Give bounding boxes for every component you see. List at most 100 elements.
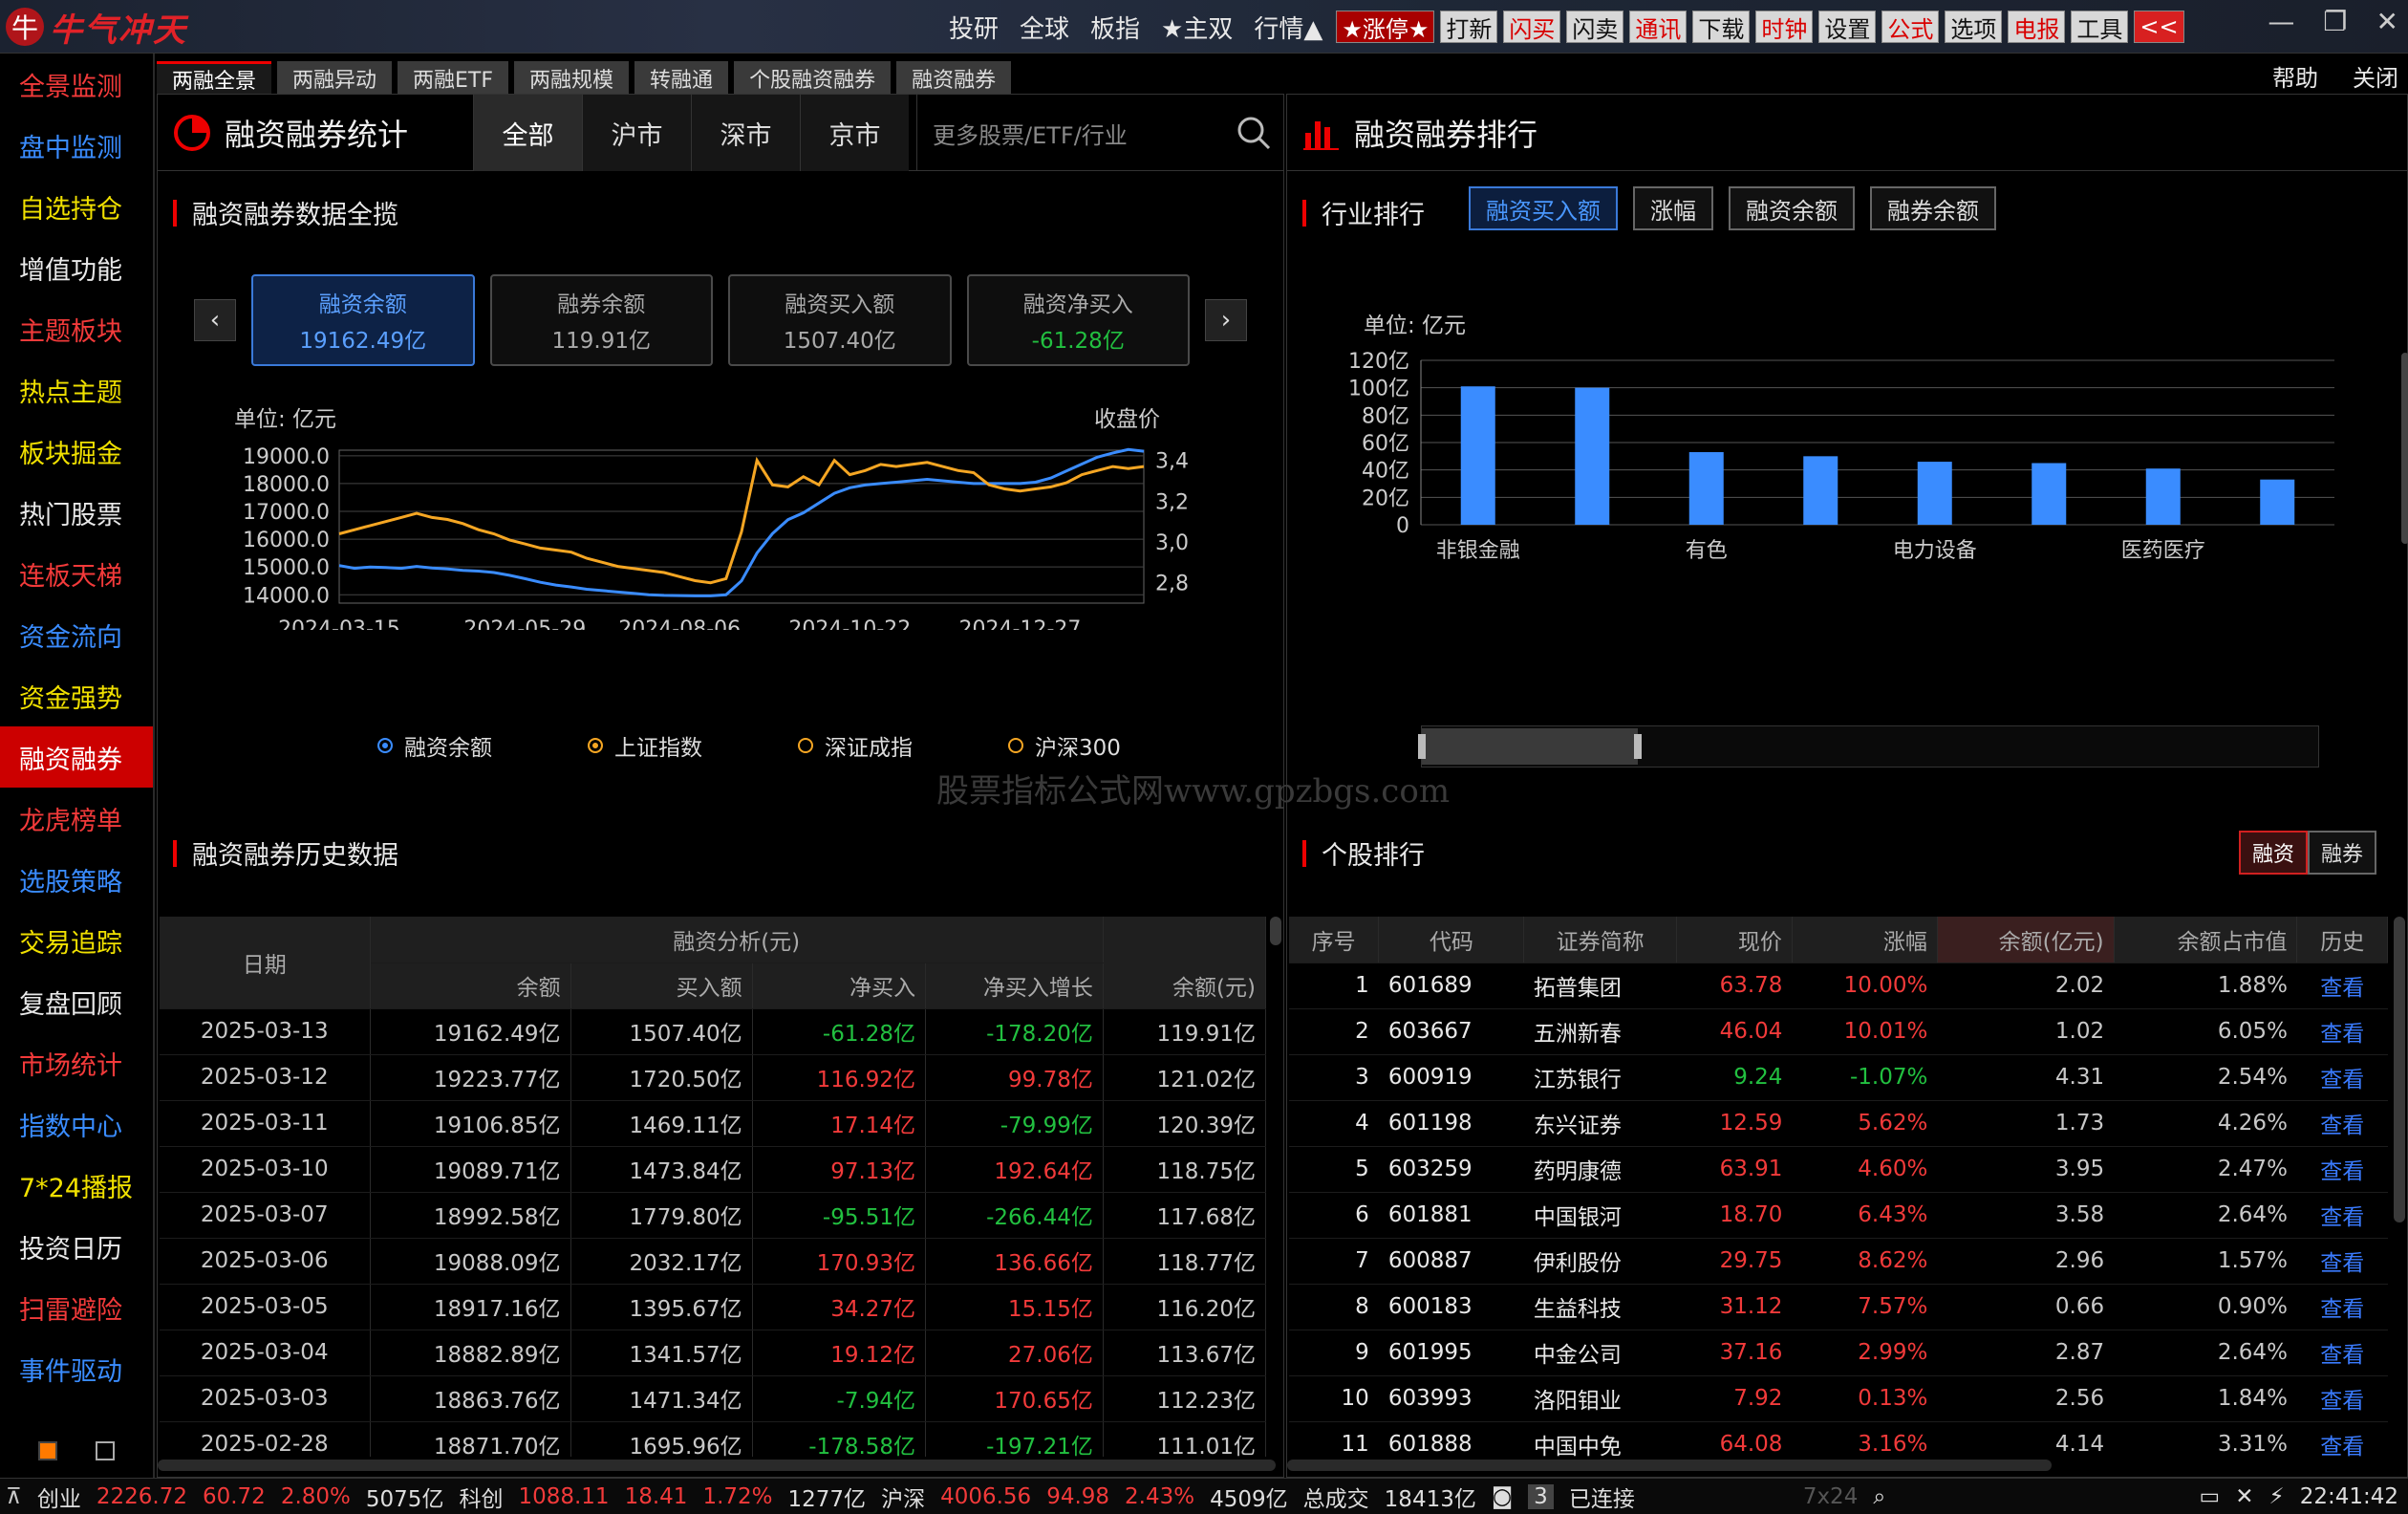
- stock-col-5[interactable]: 余额(亿元): [1937, 917, 2115, 963]
- summary-card-3[interactable]: 融资净买入 -61.28亿: [966, 274, 1190, 366]
- sidebar-item-3[interactable]: 增值功能: [0, 237, 153, 298]
- sidebar-item-14[interactable]: 交易追踪: [0, 910, 153, 971]
- range-handle-right[interactable]: [1634, 734, 1642, 759]
- tool-button-2[interactable]: 闪买: [1503, 11, 1561, 43]
- topnav-4[interactable]: 行情▲: [1246, 10, 1330, 45]
- chat-icon[interactable]: ▭: [2200, 1484, 2221, 1509]
- stock-row[interactable]: 4 601198 东兴证券 12.59 5.62% 1.73 4.26% 查看: [1289, 1100, 2388, 1147]
- stock-row[interactable]: 9 601995 中金公司 37.16 2.99% 2.87 2.64% 查看: [1289, 1330, 2388, 1376]
- history-scrollbar[interactable]: [1270, 917, 1281, 945]
- sidebar-item-19[interactable]: 投资日历: [0, 1216, 153, 1277]
- summary-card-2[interactable]: 融资买入额 1507.40亿: [728, 274, 952, 366]
- next-arrow-icon[interactable]: ›: [1205, 299, 1247, 341]
- topnav-2[interactable]: 板指: [1083, 10, 1148, 45]
- sidebar-item-4[interactable]: 主题板块: [0, 298, 153, 359]
- tool-button-4[interactable]: 通讯: [1629, 11, 1688, 43]
- search-icon[interactable]: ⌕: [1873, 1484, 1885, 1509]
- stock-row[interactable]: 3 600919 江苏银行 9.24 -1.07% 4.31 2.54% 查看: [1289, 1054, 2388, 1101]
- tab-3[interactable]: 两融规模: [514, 61, 630, 94]
- tool-button-0[interactable]: ★涨停★: [1336, 11, 1435, 43]
- search-icon[interactable]: [1236, 115, 1272, 151]
- toggle-financing[interactable]: 融资: [2238, 831, 2308, 875]
- col-sec-balance[interactable]: 余额(元): [1103, 962, 1267, 1009]
- stock-col-7[interactable]: 历史: [2296, 917, 2388, 963]
- toggle-securities[interactable]: 融券: [2307, 831, 2376, 875]
- tab-1[interactable]: 两融异动: [277, 61, 393, 94]
- sidebar-item-18[interactable]: 7*24播报: [0, 1155, 153, 1216]
- tab-6[interactable]: 融资融券: [896, 61, 1012, 94]
- stock-row[interactable]: 6 601881 中国银河 18.70 6.43% 3.58 2.64% 查看: [1289, 1192, 2388, 1239]
- stock-col-1[interactable]: 代码: [1378, 917, 1525, 963]
- sidebar-item-2[interactable]: 自选持仓: [0, 176, 153, 237]
- prev-arrow-icon[interactable]: ‹: [194, 299, 236, 341]
- stock-row[interactable]: 8 600183 生益科技 31.12 7.57% 0.66 0.90% 查看: [1289, 1284, 2388, 1330]
- tool-button-10[interactable]: 电报: [2008, 11, 2066, 43]
- market-up-icon[interactable]: ⊼: [6, 1484, 22, 1509]
- sidebar-item-11[interactable]: 融资融券: [0, 726, 153, 788]
- col-net-growth[interactable]: 净买入增长: [925, 962, 1104, 1009]
- segment-tab-3[interactable]: 京市: [800, 95, 909, 171]
- sidebar-item-21[interactable]: 事件驱动: [0, 1338, 153, 1399]
- summary-card-0[interactable]: 融资余额 19162.49亿: [251, 274, 475, 366]
- sidebar-item-5[interactable]: 热点主题: [0, 359, 153, 421]
- range-handle-left[interactable]: [1418, 734, 1426, 759]
- sidebar-item-0[interactable]: 全景监测: [0, 54, 153, 115]
- sidebar-item-16[interactable]: 市场统计: [0, 1032, 153, 1093]
- tool-button-12[interactable]: <<: [2134, 11, 2184, 43]
- history-row[interactable]: 2025-03-04 18882.89亿 1341.57亿 19.12亿 27.06亿 1…: [160, 1330, 1267, 1376]
- search-box[interactable]: 更多股票/ETF/行业: [916, 95, 1285, 171]
- close-icon[interactable]: ✕: [2376, 6, 2398, 37]
- col-buy[interactable]: 买入额: [570, 962, 753, 1009]
- stock-scrollbar[interactable]: [2394, 917, 2405, 1222]
- view-history-link[interactable]: 查看: [2296, 1100, 2388, 1147]
- topnav-1[interactable]: 全球: [1012, 10, 1077, 45]
- tool-button-6[interactable]: 时钟: [1755, 11, 1814, 43]
- industry-filter-0[interactable]: 融资买入额: [1469, 186, 1618, 230]
- legend-item-1[interactable]: 上证指数: [588, 729, 702, 762]
- stock-col-4[interactable]: 涨幅: [1792, 917, 1938, 963]
- tool-button-11[interactable]: 工具: [2071, 11, 2129, 43]
- stock-row[interactable]: 10 603993 洛阳钼业 7.92 0.13% 2.56 1.84% 查看: [1289, 1375, 2388, 1422]
- col-balance[interactable]: 余额: [370, 962, 571, 1009]
- topnav-3[interactable]: ★主双: [1153, 10, 1240, 45]
- stock-row[interactable]: 5 603259 药明康德 63.91 4.60% 3.95 2.47% 查看: [1289, 1146, 2388, 1193]
- history-row[interactable]: 2025-02-28 18871.70亿 1695.96亿 -178.58亿 -197.…: [160, 1421, 1267, 1457]
- layout-toggle-icon[interactable]: [38, 1441, 57, 1460]
- stock-col-0[interactable]: 序号: [1289, 917, 1380, 963]
- mute-icon[interactable]: ✕: [2235, 1484, 2253, 1509]
- range-slider-window[interactable]: [1422, 728, 1638, 765]
- history-row[interactable]: 2025-03-11 19106.85亿 1469.11亿 17.14亿 -79.99亿…: [160, 1100, 1267, 1147]
- sidebar-item-9[interactable]: 资金流向: [0, 604, 153, 665]
- tool-button-8[interactable]: 公式: [1881, 11, 1940, 43]
- view-history-link[interactable]: 查看: [2296, 1330, 2388, 1376]
- history-row[interactable]: 2025-03-12 19223.77亿 1720.50亿 116.92亿 99.78亿…: [160, 1054, 1267, 1101]
- stock-col-3[interactable]: 现价: [1676, 917, 1793, 963]
- camera-icon[interactable]: ◙: [1492, 1484, 1513, 1509]
- view-history-link[interactable]: 查看: [2296, 1238, 2388, 1285]
- sidebar-item-10[interactable]: 资金强势: [0, 665, 153, 726]
- history-row[interactable]: 2025-03-05 18917.16亿 1395.67亿 34.27亿 15.15亿 1…: [160, 1284, 1267, 1330]
- history-row[interactable]: 2025-03-07 18992.58亿 1779.80亿 -95.51亿 -266.4…: [160, 1192, 1267, 1239]
- tool-button-1[interactable]: 打新: [1440, 11, 1498, 43]
- sidebar-item-7[interactable]: 热门股票: [0, 482, 153, 543]
- tab-4[interactable]: 转融通: [634, 61, 729, 94]
- col-date[interactable]: 日期: [160, 917, 371, 1009]
- segment-tab-0[interactable]: 全部: [473, 95, 582, 171]
- tool-button-5[interactable]: 下载: [1692, 11, 1751, 43]
- industry-filter-3[interactable]: 融券余额: [1870, 186, 1996, 230]
- stock-row[interactable]: 7 600887 伊利股份 29.75 8.62% 2.96 1.57% 查看: [1289, 1238, 2388, 1285]
- stock-row[interactable]: 11 601888 中国中免 64.08 3.16% 4.14 3.31% 查看: [1289, 1421, 2388, 1457]
- stock-col-6[interactable]: 余额占市值: [2114, 917, 2298, 963]
- right-edge-scrollbar[interactable]: [2401, 353, 2408, 544]
- help-link[interactable]: 帮助: [2272, 59, 2318, 93]
- history-hscrollbar[interactable]: [158, 1460, 1276, 1471]
- tool-button-9[interactable]: 选项: [1945, 11, 2003, 43]
- sidebar-item-20[interactable]: 扫雷避险: [0, 1277, 153, 1338]
- legend-item-3[interactable]: 沪深300: [1008, 729, 1121, 762]
- sidebar-item-6[interactable]: 板块掘金: [0, 421, 153, 482]
- col-net-buy[interactable]: 净买入: [752, 962, 927, 1009]
- sidebar-item-1[interactable]: 盘中监测: [0, 115, 153, 176]
- view-history-link[interactable]: 查看: [2296, 1054, 2388, 1101]
- legend-item-0[interactable]: 融资余额: [377, 729, 492, 762]
- tab-0[interactable]: 两融全景: [157, 61, 272, 94]
